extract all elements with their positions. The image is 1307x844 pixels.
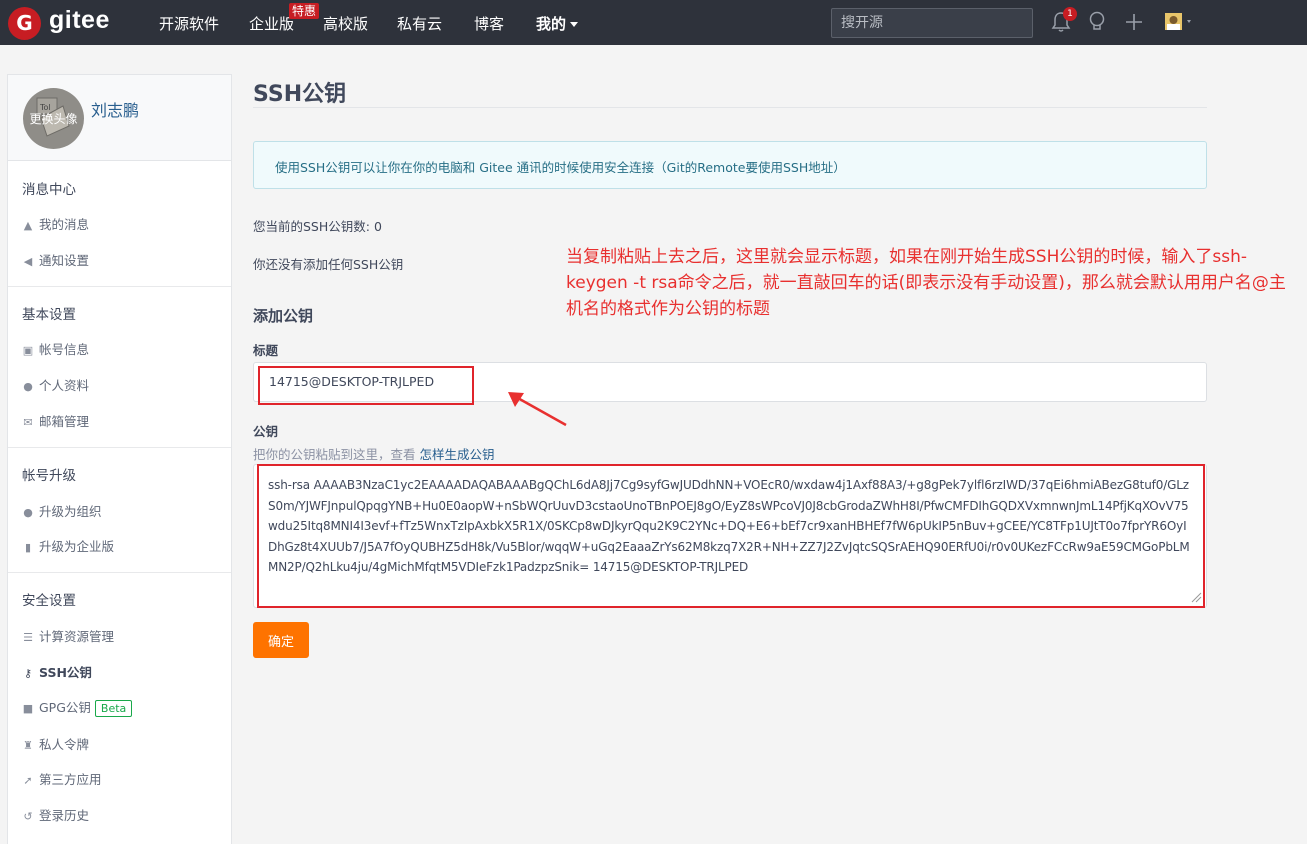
divider xyxy=(8,447,231,448)
section-title-basic: 基本设置 xyxy=(22,307,76,323)
section-title-messages: 消息中心 xyxy=(22,182,76,198)
building-icon: ▮ xyxy=(24,541,32,554)
info-alert: 使用SSH公钥可以让你在你的电脑和 Gitee 通讯的时候使用安全连接（Git的… xyxy=(253,141,1207,189)
sidebar-item-label: 邮箱管理 xyxy=(39,414,90,429)
username-link[interactable]: 刘志鹏 xyxy=(91,97,139,121)
id-card-icon: ▣ xyxy=(22,344,34,357)
key-hint: 把你的公钥粘贴到这里，查看 怎样生成公钥 xyxy=(253,444,495,463)
nav-blog[interactable]: 博客 xyxy=(474,13,504,34)
divider xyxy=(253,107,1207,108)
user-avatar-icon[interactable] xyxy=(1165,13,1197,35)
search-input[interactable] xyxy=(831,8,1033,38)
chevron-down-icon xyxy=(570,22,579,27)
sidebar-item-email[interactable]: ✉ 邮箱管理 xyxy=(22,411,89,430)
key-field-label: 公钥 xyxy=(253,424,279,439)
rocket-icon: ➚ xyxy=(23,774,33,787)
annotation-highlight-title xyxy=(258,366,474,405)
speaker-icon: ◀ xyxy=(23,255,33,268)
page-title: SSH公钥 xyxy=(253,82,347,107)
sidebar-item-notification-settings[interactable]: ◀ 通知设置 xyxy=(22,250,89,269)
sidebar-item-label: SSH公钥 xyxy=(39,665,92,680)
key-icon: ⚷ xyxy=(23,667,33,680)
sidebar-item-label: 我的消息 xyxy=(39,217,90,232)
sidebar-item-profile[interactable]: ● 个人资料 xyxy=(22,375,89,394)
no-keys-message: 你还没有添加任何SSH公钥 xyxy=(253,257,404,272)
sidebar-item-third-party-apps[interactable]: ➚ 第三方应用 xyxy=(22,769,102,788)
annotation-highlight-key xyxy=(257,464,1205,608)
sidebar-item-label: 升级为组织 xyxy=(39,504,102,519)
add-key-heading: 添加公钥 xyxy=(253,307,314,325)
ssh-key-count: 您当前的SSH公钥数: 0 xyxy=(253,219,382,234)
sidebar-item-account-info[interactable]: ▣ 帐号信息 xyxy=(22,339,89,358)
notification-count-badge: 1 xyxy=(1063,7,1077,21)
how-to-generate-key-link[interactable]: 怎样生成公钥 xyxy=(419,447,494,462)
divider xyxy=(8,572,231,573)
bell-icon: ▲ xyxy=(23,219,33,232)
lock-icon: ■ xyxy=(22,702,34,715)
token-icon: ♜ xyxy=(23,739,33,752)
divider xyxy=(8,286,231,287)
annotation-arrow xyxy=(508,392,567,427)
beta-badge: Beta xyxy=(94,700,133,717)
sidebar-item-compute-resources[interactable]: ☰ 计算资源管理 xyxy=(22,626,114,645)
lightbulb-icon[interactable] xyxy=(1088,11,1106,37)
nav-mine[interactable]: 我的 xyxy=(536,13,579,34)
sidebar-item-upgrade-enterprise[interactable]: ▮ 升级为企业版 xyxy=(22,536,114,555)
section-title-upgrade: 帐号升级 xyxy=(22,468,76,484)
sidebar-item-label: 通知设置 xyxy=(39,253,90,268)
sidebar-item-label: 登录历史 xyxy=(39,808,90,823)
key-hint-text: 把你的公钥粘贴到这里，查看 xyxy=(253,447,420,462)
sidebar-item-label: 计算资源管理 xyxy=(39,629,115,644)
gitee-logo-icon[interactable]: G xyxy=(8,7,41,40)
nav-enterprise[interactable]: 企业版 xyxy=(249,13,294,34)
sidebar-item-my-messages[interactable]: ▲ 我的消息 xyxy=(22,214,89,233)
annotation-note: 当复制粘贴上去之后，这里就会显示标题，如果在刚开始生成SSH公钥的时候，输入了s… xyxy=(566,247,1286,319)
confirm-button[interactable]: 确定 xyxy=(253,622,309,658)
sidebar-item-label: 个人资料 xyxy=(39,378,90,393)
history-icon: ↺ xyxy=(23,810,33,823)
envelope-icon: ✉ xyxy=(23,416,33,429)
brand-name[interactable]: gitee xyxy=(49,6,110,35)
sidebar-item-login-history[interactable]: ↺ 登录历史 xyxy=(22,805,89,824)
sidebar-item-private-tokens[interactable]: ♜ 私人令牌 xyxy=(22,734,89,753)
plus-icon[interactable] xyxy=(1125,13,1143,35)
enterprise-promo-badge: 特惠 xyxy=(289,3,320,19)
sidebar-item-label: 私人令牌 xyxy=(39,737,90,752)
sidebar-item-ssh-keys[interactable]: ⚷ SSH公钥 xyxy=(22,662,92,681)
sidebar-item-gpg-keys[interactable]: ■ GPG公钥 Beta xyxy=(22,697,133,717)
change-avatar-label[interactable]: 更换头像 xyxy=(23,110,84,127)
nav-mine-label: 我的 xyxy=(536,15,567,33)
settings-sidebar: Tol 更换头像 刘志鹏 消息中心 ▲ 我的消息 ◀ 通知设置 基本设置 ▣ 帐号信息… xyxy=(7,74,232,844)
profile-card: Tol 更换头像 刘志鹏 xyxy=(8,75,231,161)
sidebar-item-label: 帐号信息 xyxy=(39,342,90,357)
top-navbar: G gitee 开源软件 企业版 特惠 高校版 私有云 博客 我的 1 xyxy=(0,0,1307,45)
sidebar-item-label: 升级为企业版 xyxy=(39,539,115,554)
resize-handle-icon[interactable] xyxy=(1190,591,1202,603)
title-field-label: 标题 xyxy=(253,343,279,358)
avatar[interactable]: Tol 更换头像 xyxy=(23,88,84,149)
nav-open-source[interactable]: 开源软件 xyxy=(159,13,219,34)
nav-private-cloud[interactable]: 私有云 xyxy=(397,13,442,34)
user-icon: ● xyxy=(23,380,33,393)
section-title-security: 安全设置 xyxy=(22,593,76,609)
sidebar-item-upgrade-org[interactable]: ● 升级为组织 xyxy=(22,501,102,520)
server-icon: ☰ xyxy=(23,631,33,644)
sidebar-item-label: GPG公钥 xyxy=(39,700,91,715)
users-icon: ● xyxy=(23,506,33,519)
nav-university[interactable]: 高校版 xyxy=(323,13,368,34)
sidebar-item-label: 第三方应用 xyxy=(39,772,102,787)
